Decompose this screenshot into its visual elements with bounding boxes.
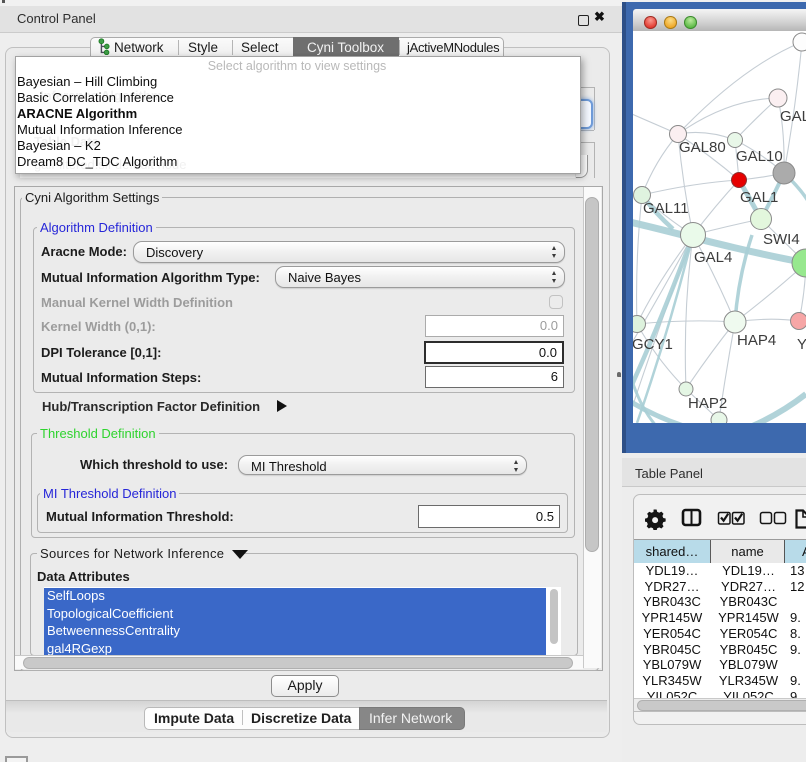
svg-text:GAL80: GAL80 [679,139,726,156]
svg-text:HAP2: HAP2 [688,395,727,412]
svg-text:GAL4: GAL4 [694,249,732,266]
svg-text:GAL10: GAL10 [736,148,783,165]
svg-text:Y: Y [797,336,806,353]
svg-text:GAL11: GAL11 [643,200,689,217]
svg-text:GAL1: GAL1 [740,189,778,206]
svg-text:HAP4: HAP4 [737,332,776,349]
svg-text:SWI4: SWI4 [763,231,800,248]
svg-text:GAL: GAL [780,108,806,125]
svg-text:GCY1: GCY1 [633,336,673,353]
